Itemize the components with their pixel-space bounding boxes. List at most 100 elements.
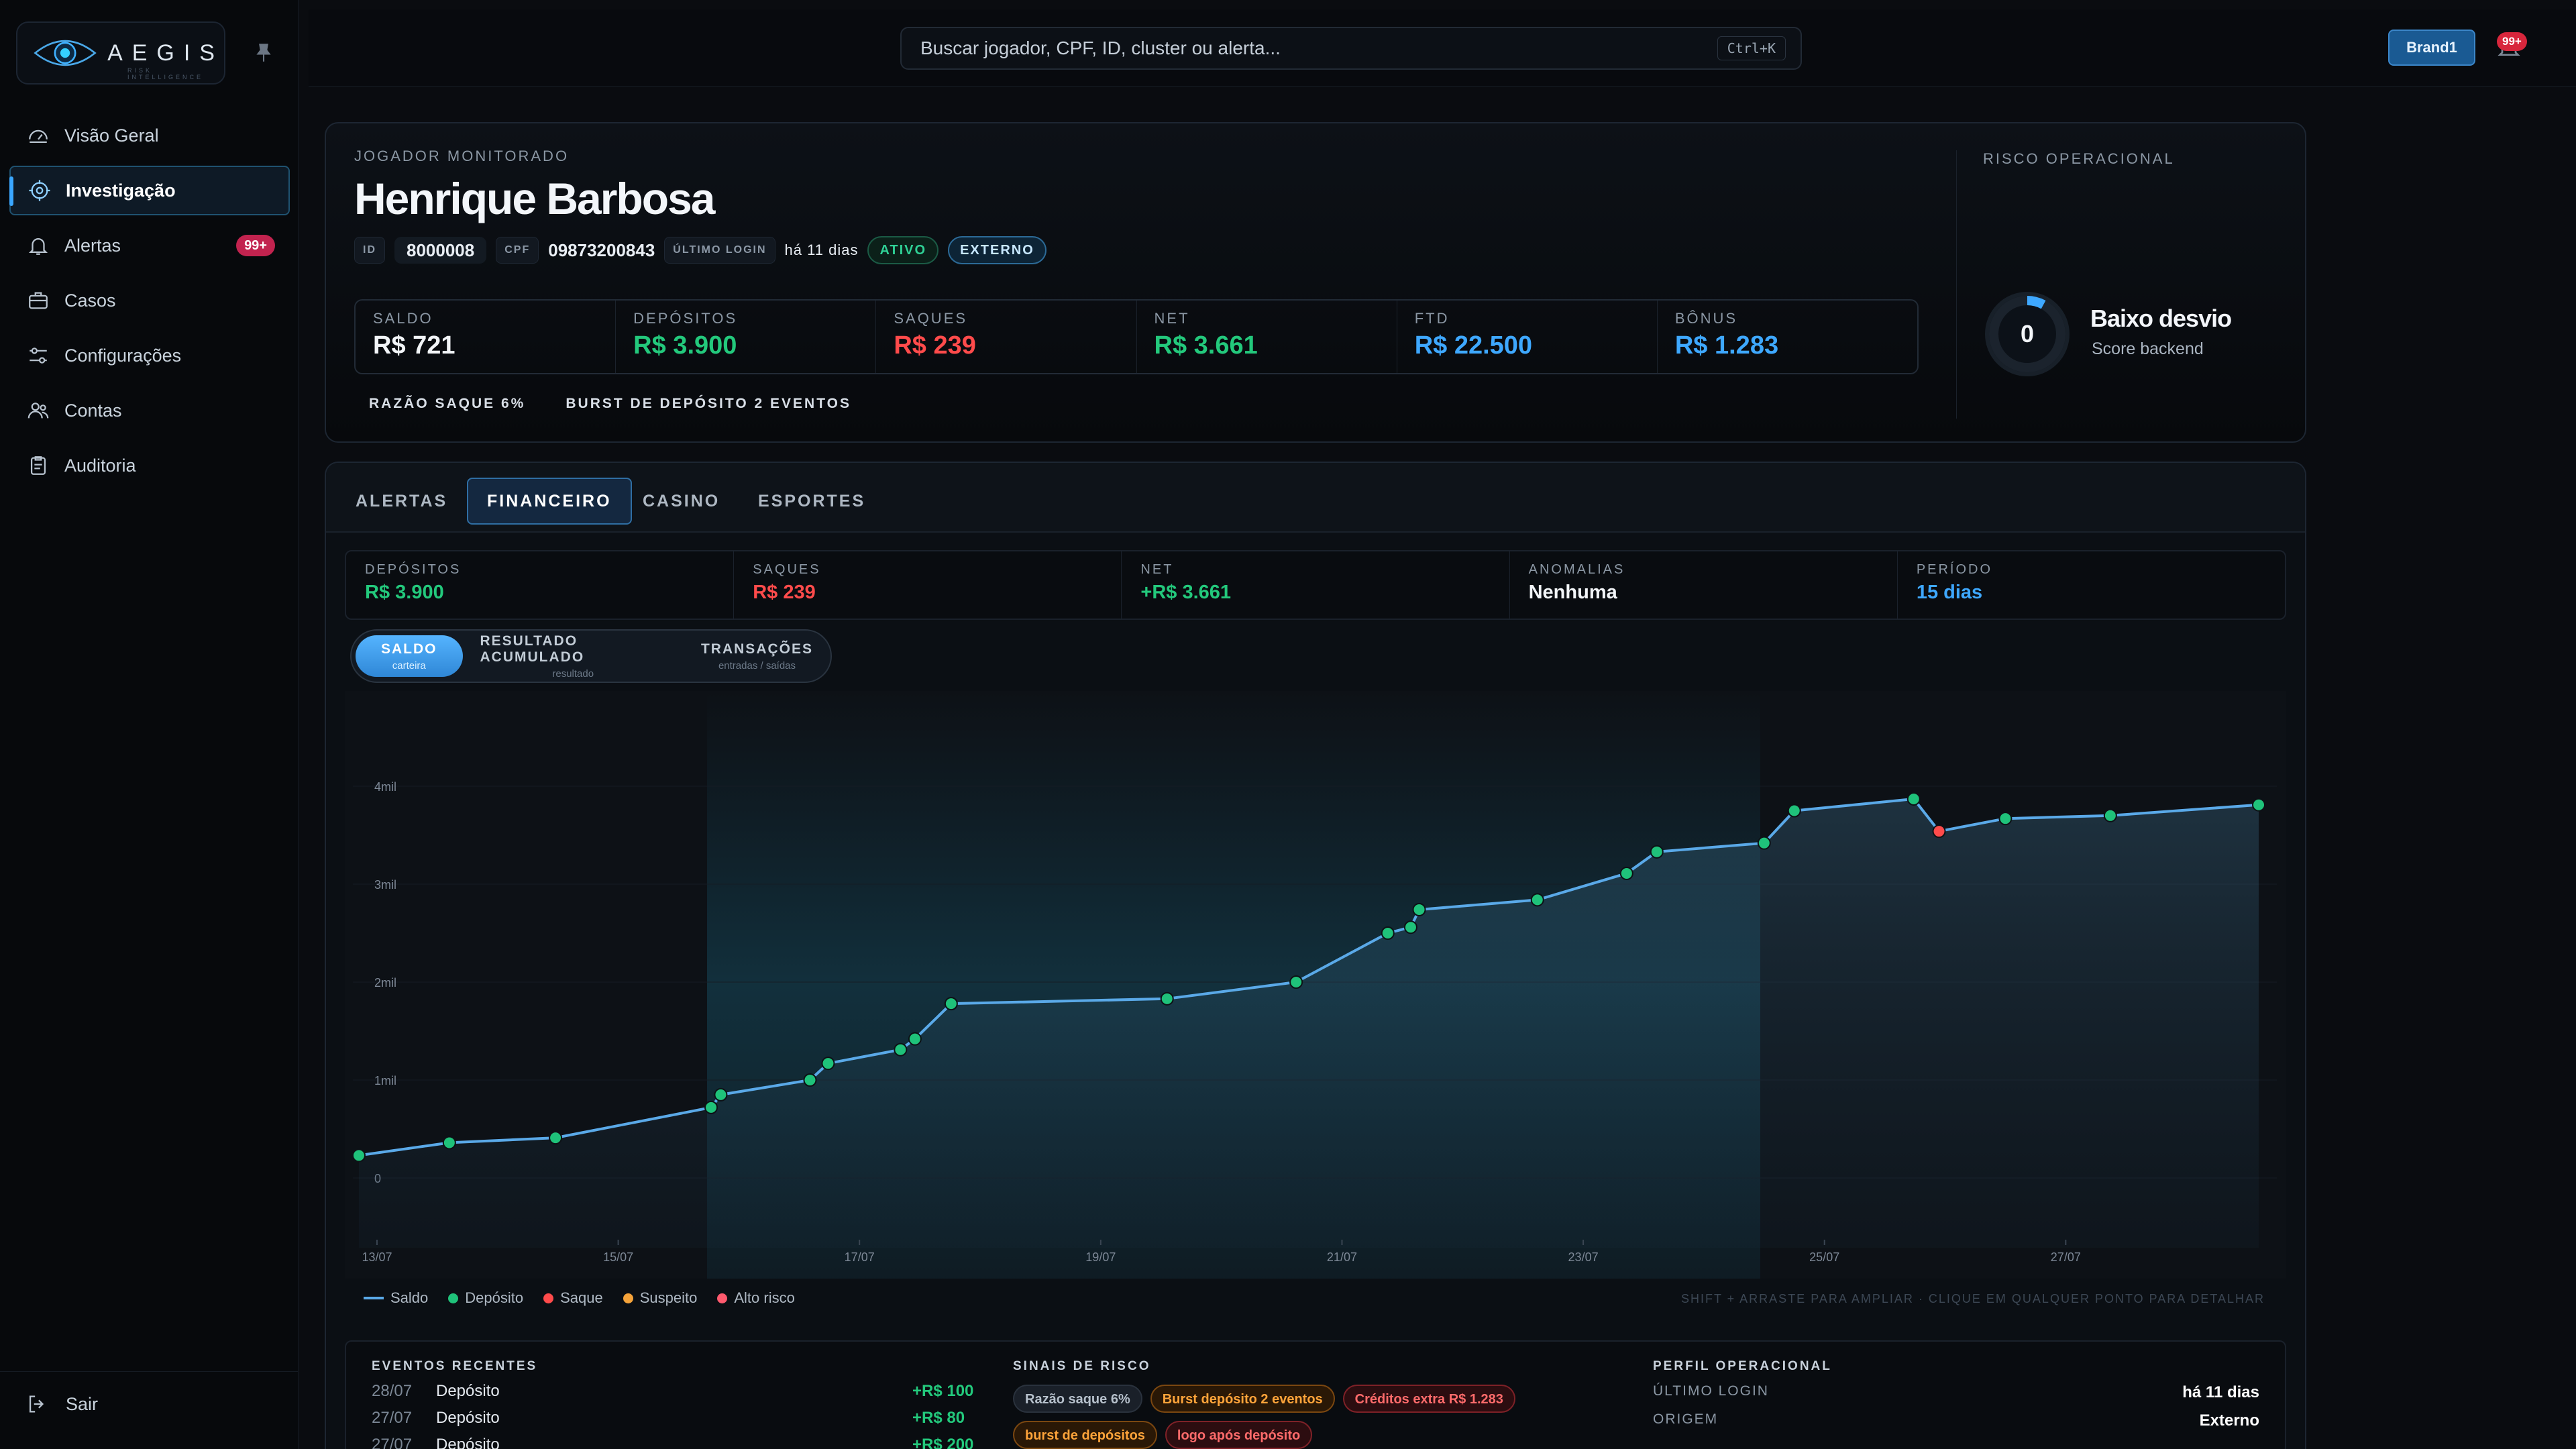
event-amount: +R$ 100 bbox=[912, 1382, 974, 1400]
deposito-point[interactable] bbox=[549, 1131, 563, 1145]
legend-deposito[interactable]: Depósito bbox=[448, 1289, 523, 1307]
risk-divider bbox=[1956, 150, 1957, 419]
stat-value: R$ 22.500 bbox=[1414, 331, 1533, 360]
tab-financeiro[interactable]: FINANCEIRO bbox=[467, 478, 632, 525]
mode-transacoes[interactable]: TRANSAÇÕES entradas / saídas bbox=[684, 635, 830, 677]
stat-label: FTD bbox=[1414, 310, 1450, 327]
sidebar-item-label: Casos bbox=[64, 290, 116, 311]
brand-wordmark: AEGIS bbox=[107, 40, 224, 66]
stat-saques: SAQUES R$ 239 bbox=[876, 301, 1137, 373]
deposito-point[interactable] bbox=[944, 997, 958, 1011]
deposito-point[interactable] bbox=[1289, 975, 1303, 989]
tab-casino[interactable]: CASINO bbox=[643, 478, 720, 525]
event-row[interactable]: 28/07 Depósito +R$ 100 bbox=[372, 1382, 973, 1401]
signal-chip[interactable]: Créditos extra R$ 1.283 bbox=[1342, 1385, 1515, 1413]
deposito-point[interactable] bbox=[1619, 866, 1633, 880]
alerts-count-badge: 99+ bbox=[236, 235, 275, 256]
status-badge: ATIVO bbox=[867, 236, 939, 264]
stat-value: R$ 239 bbox=[894, 331, 976, 360]
deposito-point[interactable] bbox=[1412, 902, 1426, 916]
sidebar-item-investigacao[interactable]: Investigação bbox=[9, 166, 290, 215]
event-amount: +R$ 200 bbox=[912, 1436, 974, 1449]
app: AEGIS RISK INTELLIGENCE Visão Geral Inve… bbox=[0, 0, 2576, 1449]
deposito-point[interactable] bbox=[1757, 836, 1771, 850]
sidebar-item-auditoria[interactable]: Auditoria bbox=[9, 441, 290, 490]
deposito-point[interactable] bbox=[1787, 804, 1801, 818]
tab-esportes[interactable]: ESPORTES bbox=[758, 478, 865, 525]
deposito-point[interactable] bbox=[1530, 893, 1544, 907]
event-row[interactable]: 27/07 Depósito +R$ 80 bbox=[372, 1409, 973, 1428]
balance-chart-svg[interactable]: 01mil2mil3mil4mil 13/0715/0717/0719/0721… bbox=[345, 691, 2286, 1279]
event-row[interactable]: 27/07 Depósito +R$ 200 bbox=[372, 1436, 973, 1449]
mode-title: RESULTADO ACUMULADO bbox=[480, 633, 585, 665]
recent-events: EVENTOS RECENTES 28/07 Depósito +R$ 100 27… bbox=[372, 1359, 973, 1449]
y-tick-label: 1mil bbox=[374, 1074, 396, 1087]
balance-chart[interactable]: 01mil2mil3mil4mil 13/0715/0717/0719/0721… bbox=[345, 691, 2286, 1279]
brand-tagline: RISK INTELLIGENCE bbox=[127, 67, 204, 80]
summary-saques: SAQUES R$ 239 bbox=[734, 551, 1122, 619]
pin-icon[interactable] bbox=[252, 42, 275, 64]
legend-suspeito[interactable]: Suspeito bbox=[623, 1289, 697, 1307]
risk-signals: SINAIS DE RISCO Razão saque 6% Burst dep… bbox=[1013, 1359, 1563, 1449]
sidebar-item-contas[interactable]: Contas bbox=[9, 386, 290, 435]
deposito-point[interactable] bbox=[1907, 792, 1921, 806]
mode-resultado-acumulado[interactable]: RESULTADO ACUMULADO resultado bbox=[463, 633, 684, 680]
eye-logo-icon bbox=[34, 40, 97, 66]
sidebar-item-label: Configurações bbox=[64, 345, 182, 366]
mode-title: SALDO bbox=[381, 641, 437, 657]
sidebar-item-label: Visão Geral bbox=[64, 125, 159, 146]
logo[interactable]: AEGIS RISK INTELLIGENCE bbox=[16, 21, 225, 85]
chart-hint: SHIFT + ARRASTE PARA AMPLIAR · CLIQUE EM… bbox=[1680, 1292, 2265, 1305]
deposito-point[interactable] bbox=[2103, 808, 2117, 822]
sidebar-item-configuracoes[interactable]: Configurações bbox=[9, 331, 290, 380]
sidebar-item-label: Investigação bbox=[66, 180, 176, 201]
signal-chip[interactable]: burst de depósitos bbox=[1013, 1421, 1157, 1449]
signal-chip[interactable]: Razão saque 6% bbox=[1013, 1385, 1142, 1413]
search-input[interactable]: Buscar jogador, CPF, ID, cluster ou aler… bbox=[900, 27, 1802, 70]
logout-button[interactable]: Sair bbox=[25, 1393, 98, 1415]
stat-label: NET bbox=[1154, 310, 1190, 327]
deposito-point[interactable] bbox=[2252, 798, 2266, 812]
player-cpf[interactable]: 09873200843 bbox=[548, 240, 655, 261]
mode-saldo[interactable]: SALDO carteira bbox=[356, 635, 463, 677]
deposito-point[interactable] bbox=[803, 1073, 817, 1087]
legend-saque[interactable]: Saque bbox=[543, 1289, 603, 1307]
signal-chip[interactable]: logo após depósito bbox=[1165, 1421, 1313, 1449]
deposito-point[interactable] bbox=[1998, 812, 2012, 826]
deposito-point[interactable] bbox=[894, 1042, 908, 1057]
legend-label: Saldo bbox=[390, 1289, 429, 1306]
deposito-point[interactable] bbox=[442, 1136, 456, 1150]
brand-selector-button[interactable]: Brand1 bbox=[2388, 30, 2475, 66]
player-card: JOGADOR MONITORADO Henrique Barbosa ID 8… bbox=[325, 122, 2306, 443]
deposito-point[interactable] bbox=[821, 1057, 835, 1071]
sidebar-item-alertas[interactable]: Alertas 99+ bbox=[9, 221, 290, 270]
x-tick-label: 15/07 bbox=[603, 1250, 633, 1264]
legend-alto-risco[interactable]: Alto risco bbox=[717, 1289, 795, 1307]
profile-value: há 11 dias bbox=[2182, 1383, 2259, 1401]
stat-net: NET R$ 3.661 bbox=[1137, 301, 1397, 373]
deposito-point[interactable] bbox=[1381, 926, 1395, 940]
profile-key: ÚLTIMO LOGIN bbox=[1653, 1383, 1769, 1399]
cpf-tag: CPF bbox=[496, 237, 539, 264]
tab-alertas[interactable]: ALERTAS bbox=[356, 478, 447, 525]
deposito-point[interactable] bbox=[908, 1032, 922, 1046]
deposito-point[interactable] bbox=[1403, 920, 1417, 934]
deposito-point[interactable] bbox=[714, 1087, 728, 1102]
sidebar-item-casos[interactable]: Casos bbox=[9, 276, 290, 325]
deposito-point[interactable] bbox=[352, 1148, 366, 1163]
summary-label: ANOMALIAS bbox=[1528, 562, 1625, 577]
legend-saldo[interactable]: Saldo bbox=[364, 1289, 428, 1307]
risk-gauge: 0 bbox=[1985, 292, 2070, 376]
deposito-point[interactable] bbox=[1650, 845, 1664, 859]
player-id[interactable]: 8000008 bbox=[394, 237, 487, 264]
flag-withdraw-ratio: RAZÃO SAQUE 6% bbox=[369, 396, 526, 411]
event-date: 27/07 bbox=[372, 1436, 413, 1449]
saque-point[interactable] bbox=[1932, 824, 1946, 839]
signal-chip[interactable]: Burst depósito 2 eventos bbox=[1150, 1385, 1335, 1413]
sidebar-item-visao-geral[interactable]: Visão Geral bbox=[9, 111, 290, 160]
dot-icon bbox=[448, 1293, 459, 1303]
search-placeholder: Buscar jogador, CPF, ID, cluster ou aler… bbox=[920, 38, 1281, 58]
deposito-point[interactable] bbox=[704, 1100, 718, 1114]
y-tick-label: 3mil bbox=[374, 878, 396, 892]
deposito-point[interactable] bbox=[1160, 991, 1174, 1006]
